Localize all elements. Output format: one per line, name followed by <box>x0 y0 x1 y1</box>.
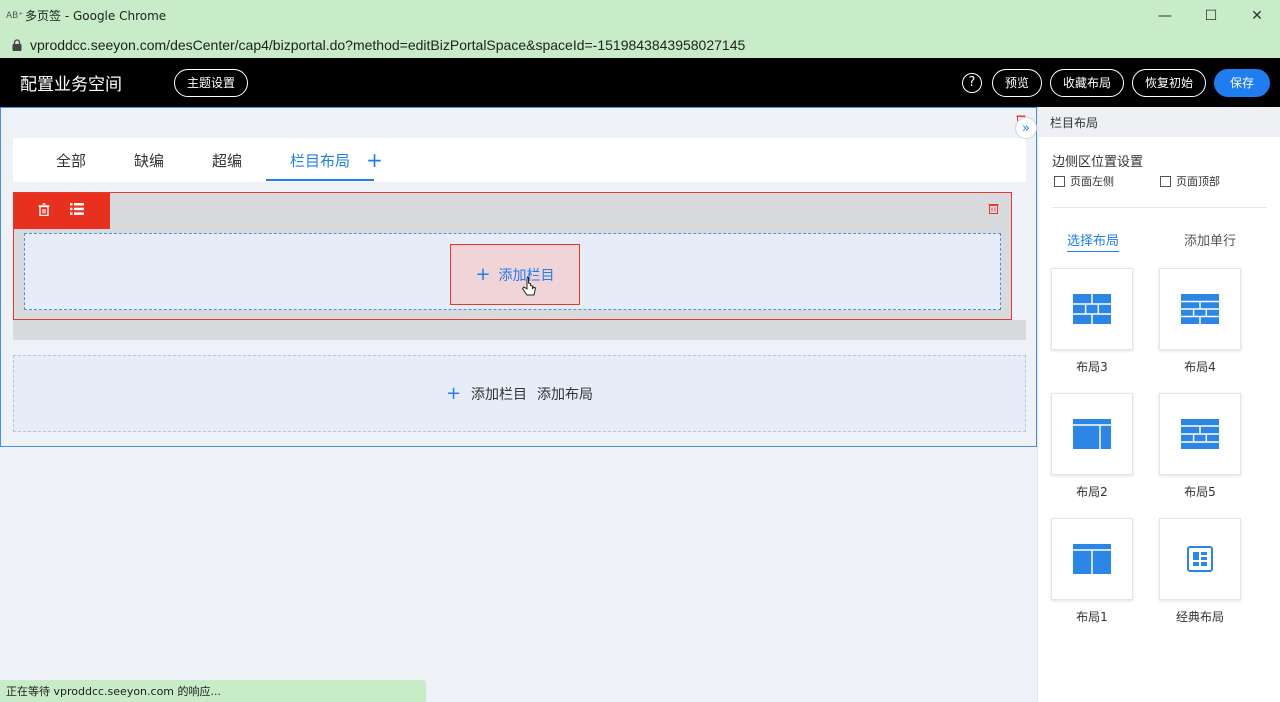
layout-card-1[interactable] <box>1051 518 1133 600</box>
add-column-link[interactable]: 添加栏目 <box>471 384 527 404</box>
address-bar: vproddcc.seeyon.com/desCenter/cap4/bizpo… <box>0 31 1280 58</box>
lock-icon[interactable] <box>10 38 24 52</box>
layout-label: 布局5 <box>1184 485 1216 499</box>
checkbox-page-top[interactable]: 页面顶部 <box>1160 173 1220 189</box>
url-text[interactable]: vproddcc.seeyon.com/desCenter/cap4/bizpo… <box>30 37 745 53</box>
layout-5-icon <box>1181 419 1219 449</box>
divider <box>1052 207 1267 208</box>
layout-label: 布局2 <box>1076 485 1108 499</box>
help-icon[interactable]: ? <box>961 72 982 93</box>
close-button[interactable]: ✕ <box>1234 0 1280 31</box>
plus-icon: + <box>445 383 462 404</box>
theme-settings-button[interactable]: 主题设置 <box>174 68 249 97</box>
tab-understaffed[interactable]: 缺编 <box>110 138 188 182</box>
maximize-button[interactable]: ☐ <box>1188 0 1234 31</box>
plus-icon: + <box>475 264 491 285</box>
tab-all[interactable]: 全部 <box>13 138 110 182</box>
favorite-layout-button[interactable]: 收藏布局 <box>1049 68 1124 97</box>
delete-icon[interactable] <box>38 202 50 220</box>
tab-bar: 全部 缺编 超编 栏目布局 + <box>13 138 1026 182</box>
add-column-button[interactable]: + 添加栏目 <box>450 244 580 305</box>
checkbox-box[interactable] <box>1054 175 1065 187</box>
side-area-title: 边侧区位置设置 <box>1052 155 1144 170</box>
layout-2-icon <box>1073 419 1111 449</box>
column-drop-zone[interactable]: + 添加栏目 <box>24 233 1001 310</box>
layout-card-5[interactable] <box>1159 393 1241 475</box>
classic-layout-icon <box>1187 546 1213 572</box>
minimize-button[interactable]: — <box>1142 0 1188 31</box>
layout-3-icon <box>1073 294 1111 324</box>
panel-header: 栏目布局 <box>1038 107 1280 137</box>
window-title: 多页签 - Google Chrome <box>25 9 167 23</box>
restore-default-button[interactable]: 恢复初始 <box>1131 68 1206 97</box>
layout-canvas: 全部 缺编 超编 栏目布局 + + 添加栏目 + 添加栏目 添加布局 <box>0 107 1037 447</box>
page-title: 配置业务空间 <box>20 75 122 95</box>
layout-card-3[interactable] <box>1051 268 1133 350</box>
tab-select-layout[interactable]: 选择布局 <box>1067 230 1120 252</box>
checkbox-label: 页面左侧 <box>1070 175 1114 188</box>
layout-card-classic[interactable] <box>1159 518 1241 600</box>
header-actions: ? 预览 收藏布局 恢复初始 保存 <box>961 58 1270 107</box>
checkbox-label: 页面顶部 <box>1176 175 1220 188</box>
app-icon: AB⁺ <box>6 10 24 21</box>
mouse-cursor-icon <box>521 276 538 303</box>
layout-label: 布局3 <box>1076 360 1108 374</box>
status-bar: 正在等待 vproddcc.seeyon.com 的响应... <box>0 680 426 702</box>
layout-panel: 栏目布局 边侧区位置设置 页面左侧 页面顶部 选择布局 添加单行 布局3 布局4… <box>1037 107 1280 702</box>
preview-button[interactable]: 预览 <box>991 68 1042 97</box>
tab-overstaffed[interactable]: 超编 <box>188 138 266 182</box>
layout-label: 布局4 <box>1184 360 1216 374</box>
window-controls: — ☐ ✕ <box>1142 0 1280 31</box>
checkbox-page-left[interactable]: 页面左侧 <box>1054 173 1114 189</box>
section-delete-icon[interactable] <box>988 203 999 218</box>
layout-label: 布局1 <box>1076 610 1108 624</box>
layout-4-icon <box>1181 294 1219 324</box>
add-layout-link[interactable]: 添加布局 <box>537 384 593 404</box>
tab-add-single-row[interactable]: 添加单行 <box>1184 230 1236 249</box>
tab-column-layout[interactable]: 栏目布局 <box>266 138 375 182</box>
layout-label: 经典布局 <box>1175 610 1224 624</box>
list-icon[interactable] <box>70 203 84 219</box>
browser-title-bar: AB⁺ 多页签 - Google Chrome — ☐ ✕ <box>0 0 1280 31</box>
layout-1-icon <box>1073 544 1111 574</box>
add-layout-area[interactable]: + 添加栏目 添加布局 <box>13 355 1026 432</box>
collapse-panel-button[interactable]: » <box>1015 117 1037 139</box>
layout-section[interactable]: + 添加栏目 <box>13 192 1012 320</box>
app-header: 配置业务空间 主题设置 ? 预览 收藏布局 恢复初始 保存 <box>0 58 1280 107</box>
section-toolbar <box>14 193 110 229</box>
section-footer <box>13 320 1026 340</box>
checkbox-box[interactable] <box>1160 175 1171 187</box>
layout-card-4[interactable] <box>1159 268 1241 350</box>
layout-card-2[interactable] <box>1051 393 1133 475</box>
save-button[interactable]: 保存 <box>1213 68 1270 97</box>
